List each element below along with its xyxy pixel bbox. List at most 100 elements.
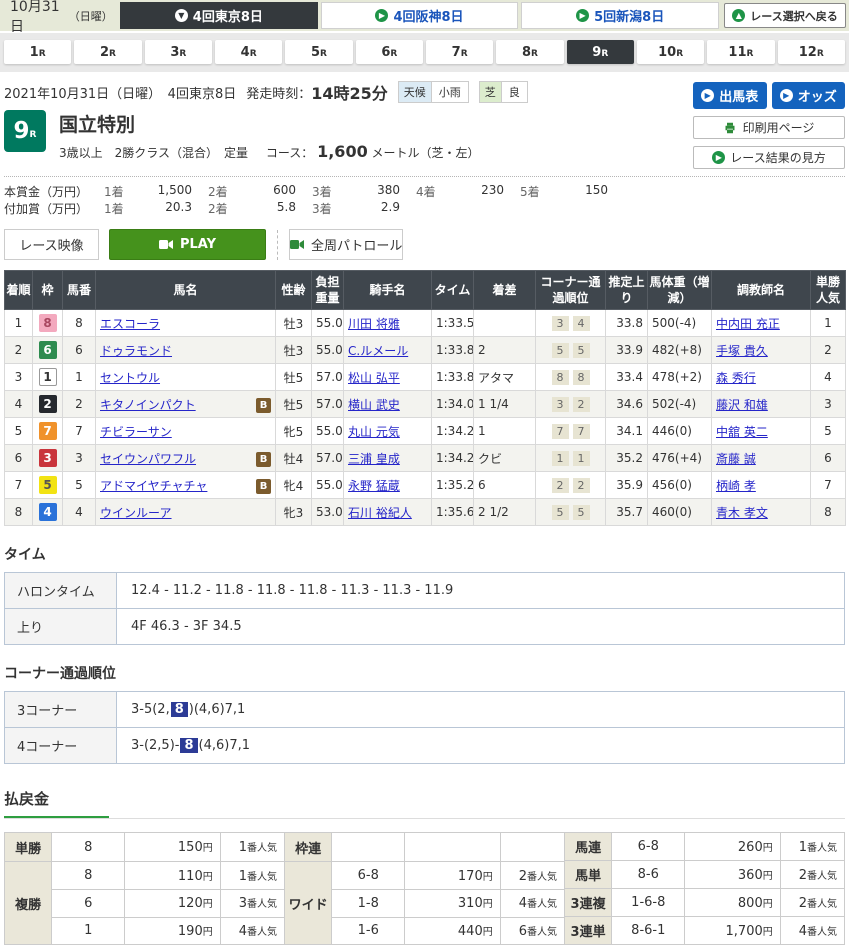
result-guide-button[interactable]: ▶ レース結果の見方	[693, 146, 845, 169]
chevron-down-icon: ▼	[175, 9, 188, 22]
race-tab-1r[interactable]: 1R	[4, 40, 71, 64]
horse-name-cell: ドゥラモンド	[96, 337, 276, 364]
back-button-label: レース選択へ戻る	[750, 8, 837, 24]
chevron-right-icon: ▶	[375, 9, 388, 22]
chevron-right-icon: ▶	[701, 89, 714, 102]
trainer-link[interactable]: 森 秀行	[716, 371, 756, 385]
finish-time: 1:34.0	[432, 391, 474, 418]
race-suffix: R	[747, 49, 754, 59]
finish-time: 1:33.8	[432, 364, 474, 391]
payout-combination: 8	[52, 833, 125, 862]
trainer-link[interactable]: 手塚 貴久	[716, 344, 768, 358]
print-page-button[interactable]: 印刷用ページ	[693, 116, 845, 139]
play-button[interactable]: PLAY	[109, 229, 266, 260]
corner-positions: 11	[536, 445, 606, 472]
horse-name-link[interactable]: アドマイヤチャチャ	[100, 479, 207, 493]
back-to-race-select-button[interactable]: ▲ レース選択へ戻る	[724, 3, 846, 28]
venue-tab-tokyo[interactable]: ▼ 4回東京8日	[120, 2, 318, 29]
race-tab-2r[interactable]: 2R	[74, 40, 141, 64]
finish-position: 1	[5, 310, 33, 337]
payout-combination: 8-6-1	[612, 917, 685, 945]
horse-name-link[interactable]: セントウル	[100, 371, 160, 385]
corner-section-title: コーナー通過順位	[4, 663, 845, 683]
race-tab-5r[interactable]: 5R	[285, 40, 352, 64]
payout-combination	[332, 833, 405, 862]
chevron-up-icon: ▲	[732, 9, 745, 22]
col-bracket: 枠	[33, 271, 63, 310]
trainer-cell: 柄崎 孝	[712, 472, 811, 499]
horse-name-link[interactable]: ウインルーア	[100, 506, 172, 520]
corner-row-value: 3-(2,5)-8(4,6)7,1	[117, 728, 845, 764]
venue-tab-hanshin[interactable]: ▶ 4回阪神8日	[321, 2, 519, 29]
results-table: 着順 枠 馬番 馬名 性齢 負担重量 騎手名 タイム 着差 コーナー通過順位 推…	[4, 270, 846, 526]
trainer-link[interactable]: 中舘 英二	[716, 425, 768, 439]
corner-row: 4コーナー 3-(2,5)-8(4,6)7,1	[5, 728, 845, 764]
bracket-cell: 5	[33, 472, 63, 499]
corner-row-label: 4コーナー	[5, 728, 117, 764]
corner-row-label: 3コーナー	[5, 692, 117, 728]
blinker-badge: B	[256, 479, 271, 494]
jockey-link[interactable]: 横山 武史	[348, 398, 400, 412]
trainer-link[interactable]: 柄崎 孝	[716, 479, 756, 493]
horse-weight: 502(-4)	[648, 391, 712, 418]
race-number-suffix: R	[30, 130, 37, 140]
venue-tab-niigata[interactable]: ▶ 5回新潟8日	[521, 2, 719, 29]
race-num: 9	[592, 45, 601, 60]
race-video-button[interactable]: レース映像	[4, 229, 99, 260]
margin: 1 1/4	[474, 391, 536, 418]
race-tab-10r[interactable]: 10R	[637, 40, 704, 64]
trainer-link[interactable]: 藤沢 和雄	[716, 398, 768, 412]
jockey-link[interactable]: 石川 裕紀人	[348, 506, 412, 520]
horse-name-link[interactable]: キタノインパクト	[100, 398, 196, 412]
chevron-right-icon: ▶	[712, 151, 725, 164]
patrol-label: 全周パトロール	[311, 235, 402, 254]
jockey-link[interactable]: 三浦 皇成	[348, 452, 400, 466]
horse-name-cell: セントウル	[96, 364, 276, 391]
jockey-cell: 丸山 元気	[344, 418, 432, 445]
race-tab-9r[interactable]: 9R	[567, 40, 634, 64]
finish-time: 1:35.2	[432, 472, 474, 499]
race-tab-4r[interactable]: 4R	[215, 40, 282, 64]
jockey-link[interactable]: 永野 猛蔵	[348, 479, 400, 493]
jockey-link[interactable]: C.ルメール	[348, 344, 408, 358]
trainer-link[interactable]: 斎藤 誠	[716, 452, 756, 466]
race-header-left: 2021年10月31日（日曜） 4回東京8日 発走時刻： 14時25分 天候 小…	[4, 80, 664, 161]
race-tab-7r[interactable]: 7R	[426, 40, 493, 64]
carried-weight: 53.0	[312, 499, 344, 526]
patrol-video-button[interactable]: 全周パトロール	[289, 229, 403, 260]
race-tab-6r[interactable]: 6R	[356, 40, 423, 64]
payout-type-quinella: 馬連	[565, 833, 612, 861]
prize-value: 2.9	[348, 200, 400, 217]
race-tab-3r[interactable]: 3R	[145, 40, 212, 64]
track-condition-badge: 芝 良	[479, 81, 528, 103]
entry-list-button[interactable]: ▶ 出馬表	[693, 82, 767, 109]
margin: クビ	[474, 445, 536, 472]
trainer-link[interactable]: 青木 孝文	[716, 506, 768, 520]
jockey-link[interactable]: 川田 将雅	[348, 317, 400, 331]
result-row: 8 4 4 ウインルーア 牝3 53.0 石川 裕紀人 1:35.6 2 1/2…	[5, 499, 846, 526]
prize-rank: 3着	[312, 183, 348, 200]
bracket-number: 7	[39, 422, 57, 440]
horse-name-link[interactable]: エスコーラ	[100, 317, 160, 331]
trainer-link[interactable]: 中内田 充正	[716, 317, 780, 331]
odds-button[interactable]: ▶ オッズ	[772, 82, 846, 109]
bracket-cell: 6	[33, 337, 63, 364]
horse-name-link[interactable]: セイウンパワフル	[100, 452, 196, 466]
payout-popularity: 6番人気	[500, 917, 564, 945]
win-popularity: 6	[811, 445, 846, 472]
corner-positions: 88	[536, 364, 606, 391]
col-jockey: 騎手名	[344, 271, 432, 310]
horse-name-link[interactable]: チビラーサン	[100, 425, 172, 439]
result-row: 2 6 6 ドゥラモンド 牡3 55.0 C.ルメール 1:33.8 2 55	[5, 337, 846, 364]
meeting-date: 10月31日 （日曜）	[0, 0, 118, 31]
jockey-link[interactable]: 松山 弘平	[348, 371, 400, 385]
race-tab-12r[interactable]: 12R	[778, 40, 845, 64]
printer-icon	[724, 122, 736, 134]
race-tab-11r[interactable]: 11R	[707, 40, 774, 64]
horse-name-link[interactable]: ドゥラモンド	[100, 344, 172, 358]
col-corner-order: コーナー通過順位	[536, 271, 606, 310]
race-tab-8r[interactable]: 8R	[496, 40, 563, 64]
jockey-link[interactable]: 丸山 元気	[348, 425, 400, 439]
corner-row-value: 3-5(2,8)(4,6)7,1	[117, 692, 845, 728]
prize-value: 1,500	[140, 183, 192, 200]
